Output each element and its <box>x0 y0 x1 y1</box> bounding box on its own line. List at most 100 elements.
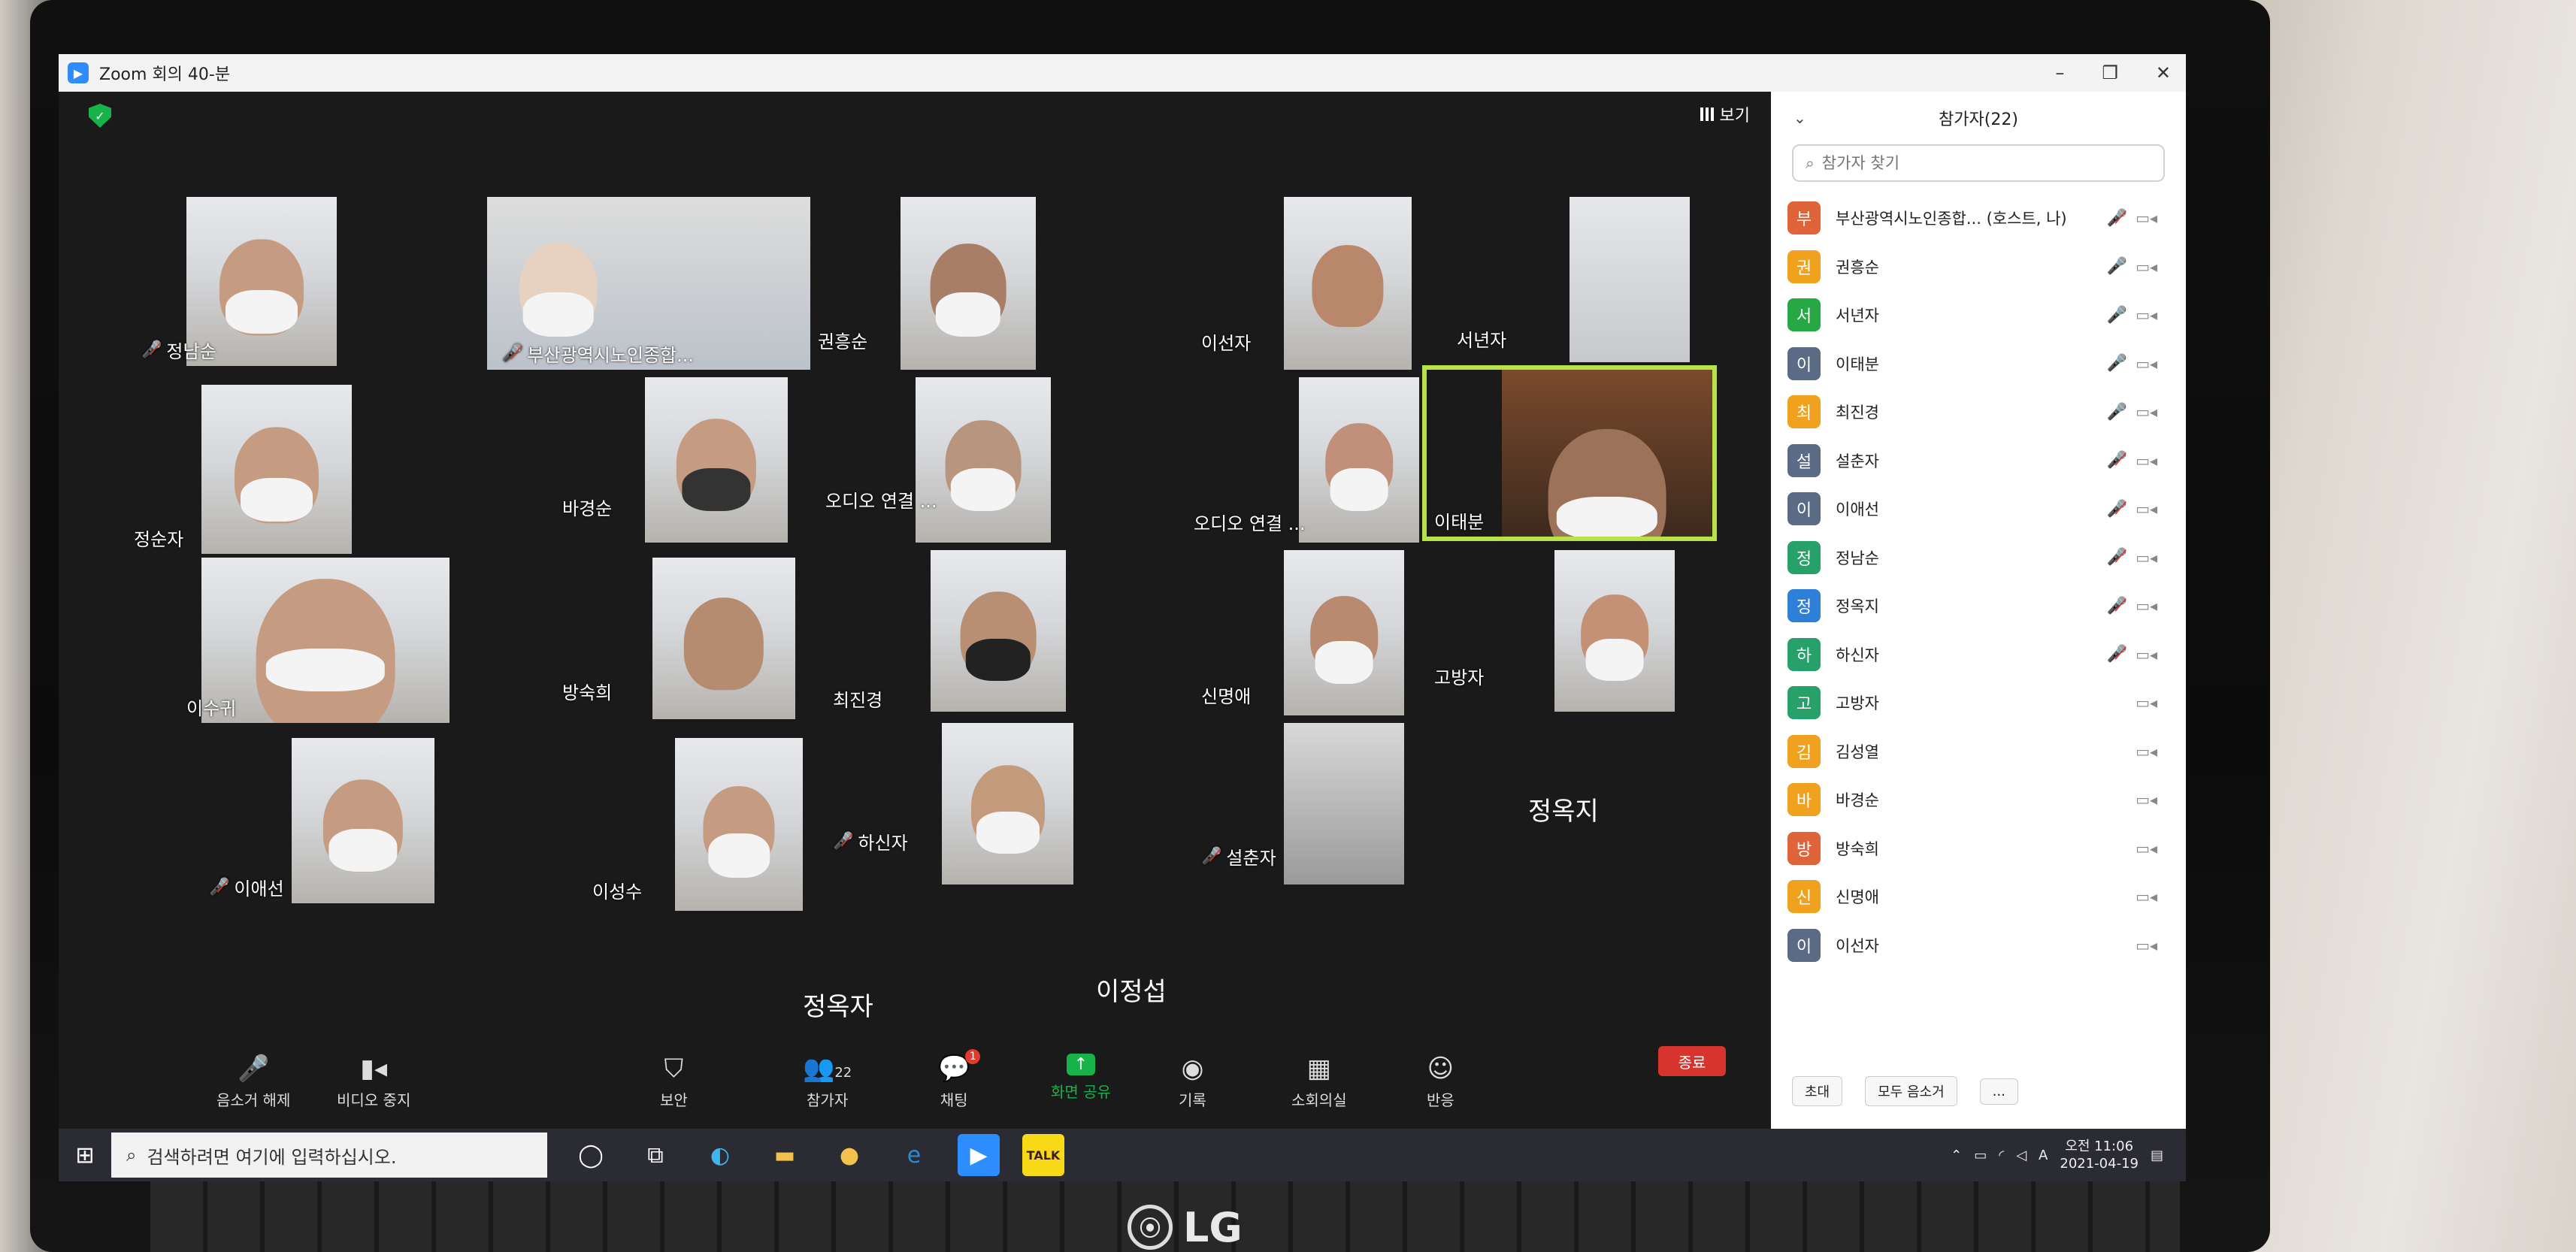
close-button[interactable]: ✕ <box>2156 62 2171 83</box>
taskbar-search[interactable]: ⌕ 검색하려면 여기에 입력하십시오. <box>111 1133 547 1178</box>
more-options-button[interactable]: ... <box>1979 1078 2018 1105</box>
record-button[interactable]: ◉ 기록 <box>1179 1054 1206 1110</box>
video-tile[interactable]: 이선자 <box>1126 197 1412 370</box>
video-camera-icon[interactable]: ▭◂ <box>2136 839 2157 857</box>
notification-icon[interactable]: ▤ <box>2151 1148 2163 1163</box>
wifi-icon[interactable]: ◜ <box>1999 1148 2004 1163</box>
active-speaker-tile[interactable]: 이태분 <box>1422 365 1717 541</box>
task-view-icon[interactable]: ⧉ <box>634 1134 677 1176</box>
video-tile[interactable]: 최진경 <box>833 550 1066 712</box>
mic-muted-icon[interactable]: 🎤̸ <box>2107 645 2127 664</box>
video-tile[interactable]: 정순자 <box>134 385 352 554</box>
minimize-button[interactable]: – <box>2055 62 2064 83</box>
video-camera-icon[interactable]: ▭◂ <box>2136 597 2157 615</box>
chevron-up-icon[interactable]: ⌃ <box>1951 1148 1962 1163</box>
video-tile[interactable]: 권흥순 <box>810 197 1036 370</box>
video-camera-icon[interactable]: ▭◂ <box>2136 355 2157 373</box>
participant-row[interactable]: 정 정옥지 🎤̸ ▭◂ <box>1771 582 2186 631</box>
participant-row[interactable]: 고 고방자 ▭◂ <box>1771 679 2186 727</box>
participant-row[interactable]: 김 김성열 ▭◂ <box>1771 727 2186 776</box>
mic-muted-icon[interactable]: 🎤̸ <box>2107 548 2127 567</box>
participant-row[interactable]: 서 서년자 🎤 ▭◂ <box>1771 291 2186 340</box>
mic-muted-icon[interactable]: 🎤̸ <box>2107 500 2127 519</box>
clock[interactable]: 오전 11:06 2021-04-19 <box>2060 1138 2139 1173</box>
video-tile[interactable]: 🎤̸ 설춘자 <box>1134 723 1404 885</box>
mute-all-button[interactable]: 모두 음소거 <box>1865 1076 1957 1106</box>
zoom-taskbar-icon[interactable]: ▶ <box>958 1134 1000 1176</box>
video-camera-icon[interactable]: ▭◂ <box>2136 791 2157 809</box>
participant-row[interactable]: 이 이태분 🎤 ▭◂ <box>1771 340 2186 389</box>
internet-explorer-icon[interactable]: e <box>893 1134 935 1176</box>
maximize-button[interactable]: ❐ <box>2102 62 2118 83</box>
video-camera-icon[interactable]: ▭◂ <box>2136 888 2157 906</box>
volume-icon[interactable]: ◁ <box>2016 1148 2027 1163</box>
file-explorer-icon[interactable]: ▬ <box>764 1134 806 1176</box>
participant-row[interactable]: 설 설춘자 🎤̸ ▭◂ <box>1771 437 2186 485</box>
video-tile[interactable]: 오디오 연결 ... <box>1149 377 1419 543</box>
participant-row[interactable]: 이 이애선 🎤̸ ▭◂ <box>1771 485 2186 534</box>
mic-muted-icon[interactable]: 🎤̸ <box>2107 209 2127 228</box>
mic-muted-icon[interactable]: 🎤̸ <box>2107 597 2127 615</box>
video-camera-icon[interactable]: ▭◂ <box>2136 306 2157 324</box>
microphone-icon[interactable]: 🎤 <box>2107 257 2127 276</box>
video-camera-icon[interactable]: ▭◂ <box>2136 694 2157 712</box>
cortana-icon[interactable]: ◯ <box>570 1134 612 1176</box>
participant-name-only[interactable]: 정옥자 <box>803 986 873 1023</box>
video-camera-icon[interactable]: ▭◂ <box>2136 258 2157 276</box>
video-camera-icon[interactable]: ▭◂ <box>2136 403 2157 421</box>
video-tile[interactable]: 이수귀 <box>186 558 450 723</box>
participant-row[interactable]: 방 방숙희 ▭◂ <box>1771 824 2186 873</box>
breakout-rooms-button[interactable]: ▦ 소회의실 <box>1291 1054 1347 1110</box>
video-camera-icon[interactable]: ▭◂ <box>2136 549 2157 567</box>
participant-row[interactable]: 권 권흥순 🎤 ▭◂ <box>1771 243 2186 292</box>
participant-row[interactable]: 하 하신자 🎤̸ ▭◂ <box>1771 631 2186 679</box>
participant-search[interactable]: ⌕ <box>1792 144 2165 182</box>
microphone-icon[interactable]: 🎤 <box>2107 354 2127 373</box>
microphone-icon[interactable]: 🎤 <box>2107 306 2127 325</box>
video-tile[interactable]: 이성수 <box>532 738 803 911</box>
video-tile[interactable]: 바경순 <box>480 377 788 543</box>
video-camera-icon[interactable]: ▭◂ <box>2136 742 2157 761</box>
edge-icon[interactable]: ◐ <box>699 1134 741 1176</box>
participant-row[interactable]: 정 정남순 🎤̸ ▭◂ <box>1771 534 2186 582</box>
video-tile[interactable]: 🎤̸ 정남순 <box>141 197 337 366</box>
unmute-button[interactable]: 🎤 음소거 해제 <box>216 1054 290 1110</box>
video-tile[interactable]: 고방자 <box>1427 550 1675 712</box>
participant-row[interactable]: 최 최진경 🎤 ▭◂ <box>1771 388 2186 437</box>
mic-muted-icon[interactable]: 🎤̸ <box>2107 451 2127 470</box>
battery-icon[interactable]: ▭ <box>1974 1148 1987 1163</box>
participant-row[interactable]: 신 신명애 ▭◂ <box>1771 872 2186 921</box>
app-icon[interactable]: ● <box>828 1134 870 1176</box>
video-tile[interactable]: 방숙희 <box>495 558 795 719</box>
video-camera-icon[interactable]: ▭◂ <box>2136 646 2157 664</box>
end-meeting-button[interactable]: 종료 <box>1658 1046 1726 1076</box>
participant-search-input[interactable] <box>1821 154 2123 172</box>
participant-name-only[interactable]: 이정섭 <box>1096 971 1167 1008</box>
video-tile[interactable]: 🎤̸ 이애선 <box>209 738 434 903</box>
stop-video-button[interactable]: ▮◂ 비디오 중지 <box>337 1054 410 1110</box>
participant-name-only[interactable]: 정옥지 <box>1528 791 1599 827</box>
video-tile[interactable]: 서년자 <box>1434 197 1690 362</box>
encryption-shield-icon[interactable]: ✓ <box>89 104 111 128</box>
video-tile[interactable]: 오디오 연결 ... <box>825 377 1051 543</box>
share-screen-button[interactable]: ↑ 화면 공유 <box>1051 1054 1111 1102</box>
participant-row[interactable]: 바 바경순 ▭◂ <box>1771 776 2186 824</box>
security-button[interactable]: ⛉ 보안 <box>660 1054 688 1110</box>
view-button[interactable]: 보기 <box>1700 102 1750 126</box>
invite-button[interactable]: 초대 <box>1792 1076 1843 1106</box>
video-tile[interactable]: 🎤̸ 부산광역시노인종합... <box>487 197 810 370</box>
video-camera-icon[interactable]: ▭◂ <box>2136 209 2157 227</box>
video-camera-icon[interactable]: ▭◂ <box>2136 452 2157 470</box>
participant-row[interactable]: 이 이선자 ▭◂ <box>1771 921 2186 970</box>
video-camera-icon[interactable]: ▭◂ <box>2136 500 2157 518</box>
video-tile[interactable]: 신명애 <box>1134 550 1404 715</box>
windows-start-icon[interactable]: ⊞ <box>59 1129 111 1181</box>
video-tile[interactable]: 🎤̸ 하신자 <box>833 723 1073 885</box>
participants-button[interactable]: 👥22 참가자 <box>803 1054 852 1110</box>
kakaotalk-icon[interactable]: TALK <box>1022 1134 1064 1176</box>
microphone-icon[interactable]: 🎤 <box>2107 403 2127 422</box>
participant-row[interactable]: 부 부산광역시노인종합... (호스트, 나) 🎤̸ ▭◂ <box>1771 194 2186 243</box>
chat-button[interactable]: 💬 1 채팅 <box>938 1049 981 1110</box>
reactions-button[interactable]: ☺ 반응 <box>1427 1054 1454 1110</box>
chevron-down-icon[interactable]: ⌄ <box>1794 109 1806 127</box>
